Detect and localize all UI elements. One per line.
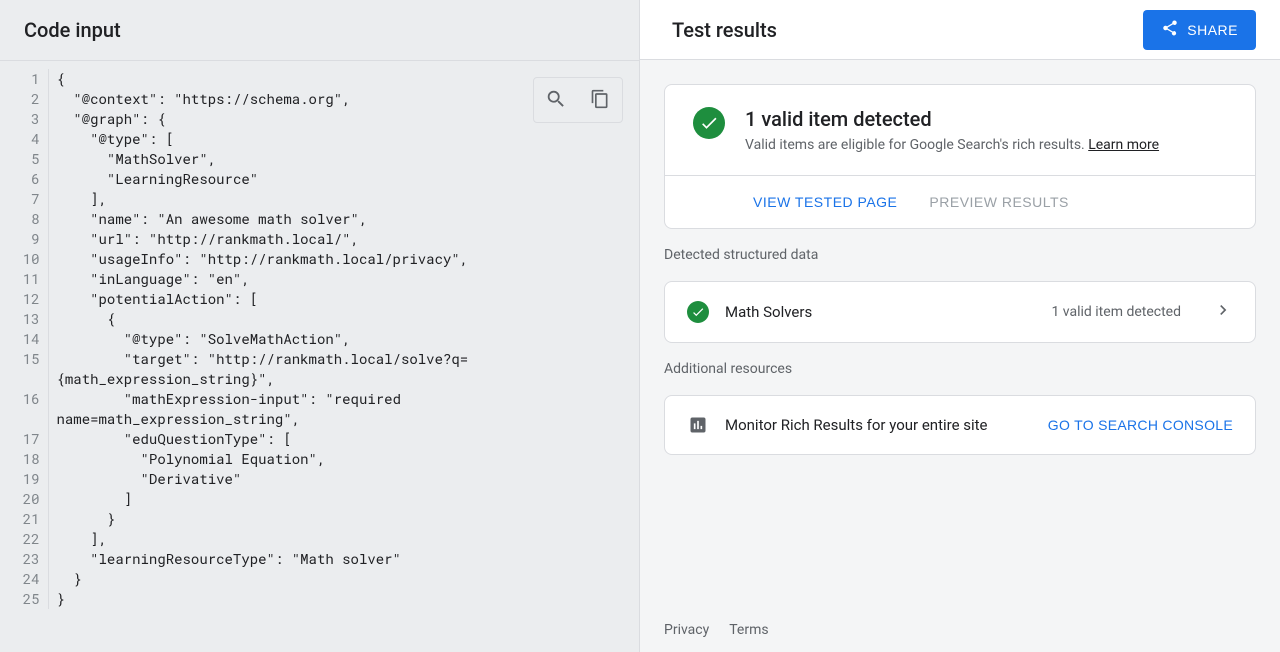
code-line[interactable]: "potentialAction": [ [48, 289, 608, 309]
code-line[interactable]: "LearningResource" [48, 169, 608, 189]
code-line[interactable]: "@type": "SolveMathAction", [48, 329, 608, 349]
line-number: 7 [0, 189, 48, 209]
resource-text: Monitor Rich Results for your entire sit… [725, 416, 1032, 434]
code-input-header: Code input [0, 0, 639, 61]
view-tested-page-button[interactable]: VIEW TESTED PAGE [753, 194, 897, 210]
code-search-button[interactable] [534, 78, 578, 122]
code-line[interactable]: ], [48, 189, 608, 209]
search-icon [545, 88, 567, 113]
code-copy-button[interactable] [578, 78, 622, 122]
code-line[interactable]: ] [48, 489, 608, 509]
code-line[interactable]: "eduQuestionType": [ [48, 429, 608, 449]
code-line[interactable]: ], [48, 529, 608, 549]
detected-section-label: Detected structured data [664, 247, 1256, 263]
privacy-link[interactable]: Privacy [664, 622, 709, 638]
line-number: 23 [0, 549, 48, 569]
code-line[interactable]: "MathSolver", [48, 149, 608, 169]
code-line[interactable]: "learningResourceType": "Math solver" [48, 549, 608, 569]
line-number: 22 [0, 529, 48, 549]
line-number: 10 [0, 249, 48, 269]
detected-item-status: 1 valid item detected [1051, 304, 1181, 320]
code-line[interactable]: "name": "An awesome math solver", [48, 209, 608, 229]
summary-subtext: Valid items are eligible for Google Sear… [745, 137, 1159, 153]
line-number: 3 [0, 109, 48, 129]
line-number: 17 [0, 429, 48, 449]
line-number: 16 [0, 389, 48, 429]
line-number: 14 [0, 329, 48, 349]
line-number: 25 [0, 589, 48, 609]
line-number: 15 [0, 349, 48, 389]
share-button-label: SHARE [1187, 22, 1238, 38]
line-number: 5 [0, 149, 48, 169]
check-icon [693, 107, 725, 139]
share-button[interactable]: SHARE [1143, 10, 1256, 50]
line-number: 8 [0, 209, 48, 229]
footer-links: Privacy Terms [664, 602, 1256, 652]
copy-icon [590, 89, 610, 112]
detected-item-card[interactable]: Math Solvers 1 valid item detected [664, 281, 1256, 343]
chevron-right-icon [1213, 300, 1233, 324]
code-line[interactable]: "@type": [ [48, 129, 608, 149]
check-icon [687, 301, 709, 323]
code-input-panel: Code input 1{2 "@context": "https://sche… [0, 0, 640, 652]
code-line[interactable]: "usageInfo": "http://rankmath.local/priv… [48, 249, 608, 269]
line-number: 18 [0, 449, 48, 469]
resources-section-label: Additional resources [664, 361, 1256, 377]
share-icon [1161, 19, 1179, 40]
code-line[interactable]: "Polynomial Equation", [48, 449, 608, 469]
line-number: 12 [0, 289, 48, 309]
code-input-title: Code input [24, 18, 615, 42]
code-line[interactable]: "@context": "https://schema.org", [48, 89, 608, 109]
code-lines: 1{2 "@context": "https://schema.org",3 "… [0, 69, 608, 609]
code-line[interactable]: "Derivative" [48, 469, 608, 489]
code-line[interactable]: "target": "http://rankmath.local/solve?q… [48, 349, 608, 389]
summary-subtext-text: Valid items are eligible for Google Sear… [745, 137, 1088, 153]
results-header: Test results SHARE [640, 0, 1280, 60]
preview-results-button: PREVIEW RESULTS [929, 194, 1069, 210]
code-line[interactable]: { [48, 309, 608, 329]
code-line[interactable]: "inLanguage": "en", [48, 269, 608, 289]
code-line[interactable]: "@graph": { [48, 109, 608, 129]
summary-card: 1 valid item detected Valid items are el… [664, 84, 1256, 229]
code-toolbar [533, 77, 623, 123]
detected-item-name: Math Solvers [725, 303, 1035, 321]
line-number: 24 [0, 569, 48, 589]
code-line[interactable]: "url": "http://rankmath.local/", [48, 229, 608, 249]
line-number: 9 [0, 229, 48, 249]
code-line[interactable]: } [48, 589, 608, 609]
line-number: 2 [0, 89, 48, 109]
line-number: 6 [0, 169, 48, 189]
resource-card: Monitor Rich Results for your entire sit… [664, 395, 1256, 455]
line-number: 19 [0, 469, 48, 489]
line-number: 13 [0, 309, 48, 329]
go-to-search-console-button[interactable]: GO TO SEARCH CONSOLE [1048, 417, 1233, 433]
line-number: 11 [0, 269, 48, 289]
code-line[interactable]: } [48, 569, 608, 589]
results-title: Test results [672, 18, 777, 42]
learn-more-link[interactable]: Learn more [1088, 137, 1159, 153]
summary-actions: VIEW TESTED PAGE PREVIEW RESULTS [665, 176, 1255, 228]
code-line[interactable]: "mathExpression-input": "required name=m… [48, 389, 608, 429]
code-line[interactable]: } [48, 509, 608, 529]
summary-heading: 1 valid item detected [745, 107, 1159, 131]
code-editor[interactable]: 1{2 "@context": "https://schema.org",3 "… [0, 61, 639, 652]
line-number: 21 [0, 509, 48, 529]
results-panel: Test results SHARE 1 valid item detected [640, 0, 1280, 652]
code-line[interactable]: { [48, 69, 608, 89]
line-number: 20 [0, 489, 48, 509]
bar-chart-icon [687, 414, 709, 436]
line-number: 4 [0, 129, 48, 149]
terms-link[interactable]: Terms [729, 622, 768, 638]
line-number: 1 [0, 69, 48, 89]
